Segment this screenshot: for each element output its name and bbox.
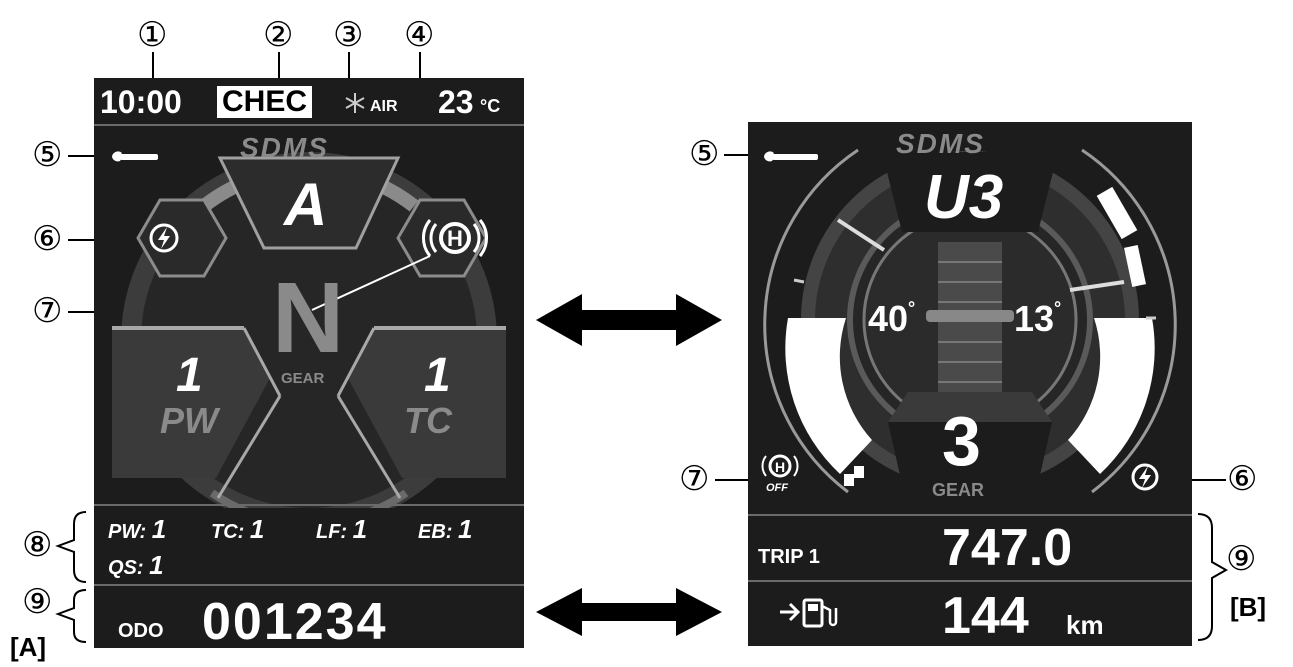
setting-eb-label: EB: bbox=[418, 521, 453, 543]
lean-left: 40° bbox=[868, 298, 915, 340]
lean-right: 13° bbox=[1014, 298, 1061, 340]
lightning-icon bbox=[149, 223, 179, 253]
hill-hold-off-label: OFF bbox=[766, 482, 788, 494]
gear-label: GEAR bbox=[281, 370, 325, 387]
wrench-icon bbox=[112, 151, 158, 162]
trip-label: TRIP 1 bbox=[758, 546, 820, 568]
range-value: 144 bbox=[942, 587, 1029, 645]
display-a: 10:00 CHEC AIR 23 °C SDMS A H N GEAR 1 P… bbox=[94, 78, 524, 651]
clock: 10:00 bbox=[100, 84, 182, 120]
setting-qs-value: 1 bbox=[149, 550, 164, 580]
arrow-right-icon bbox=[780, 602, 801, 622]
lean-right-degree: ° bbox=[1054, 298, 1062, 318]
setting-qs-label: QS: bbox=[108, 557, 144, 579]
odo-label: ODO bbox=[118, 620, 164, 642]
setting-pw-value: 1 bbox=[151, 514, 167, 544]
tc-value: 1 bbox=[424, 349, 451, 402]
setting-pw: PW: 1 bbox=[108, 514, 166, 545]
air-label: AIR bbox=[370, 98, 398, 115]
divider-odo bbox=[94, 584, 524, 586]
double-arrow-icon bbox=[536, 294, 722, 346]
divider-trip bbox=[748, 514, 1192, 516]
gear-position: N bbox=[272, 262, 345, 374]
setting-eb: EB: 1 bbox=[418, 514, 472, 545]
setting-tc-value: 1 bbox=[249, 514, 265, 544]
lean-left-value: 40 bbox=[868, 298, 909, 339]
fuel-pump-icon bbox=[802, 598, 838, 628]
air-temperature: 23 bbox=[438, 84, 474, 120]
setting-tc: TC: 1 bbox=[211, 514, 264, 545]
lean-left-degree: ° bbox=[908, 298, 916, 318]
range-unit: km bbox=[1066, 610, 1104, 640]
gear-label-b: GEAR bbox=[932, 480, 985, 500]
odometer: 001234 bbox=[202, 593, 388, 651]
lightning-icon-b bbox=[1131, 463, 1159, 491]
svg-text:H: H bbox=[775, 459, 785, 475]
lean-right-value: 13 bbox=[1014, 298, 1055, 339]
setting-lf-value: 1 bbox=[352, 514, 368, 544]
pw-label: PW bbox=[160, 400, 218, 441]
sdms-label: SDMS bbox=[240, 132, 329, 163]
ride-mode: A bbox=[284, 171, 328, 238]
sdms-label-b: SDMS bbox=[896, 128, 985, 159]
divider-range bbox=[748, 580, 1192, 582]
setting-tc-label: TC: bbox=[211, 521, 245, 543]
gear-position-b: 3 bbox=[942, 402, 981, 480]
display-b: SDMS U3 40° 13° 3 GEAR H OFF TRIP 1 747.… bbox=[748, 122, 1192, 646]
trip-value: 747.0 bbox=[942, 519, 1073, 577]
setting-qs: QS: 1 bbox=[108, 550, 164, 581]
pw-value: 1 bbox=[176, 349, 203, 402]
setting-pw-label: PW: bbox=[108, 521, 147, 543]
air-temperature-unit: °C bbox=[480, 96, 501, 116]
snowflake-icon bbox=[345, 93, 365, 113]
check-warning: CHEC bbox=[217, 86, 313, 118]
setting-lf-label: LF: bbox=[316, 521, 348, 543]
ride-mode-b: U3 bbox=[924, 163, 1004, 232]
setting-lf: LF: 1 bbox=[316, 514, 367, 545]
wrench-icon-b bbox=[764, 151, 818, 162]
setting-eb-value: 1 bbox=[458, 514, 473, 544]
double-arrow-icon-bottom bbox=[536, 588, 722, 636]
svg-text:H: H bbox=[447, 226, 463, 251]
fuel-range-icon bbox=[780, 598, 838, 628]
tc-label: TC bbox=[404, 400, 452, 441]
